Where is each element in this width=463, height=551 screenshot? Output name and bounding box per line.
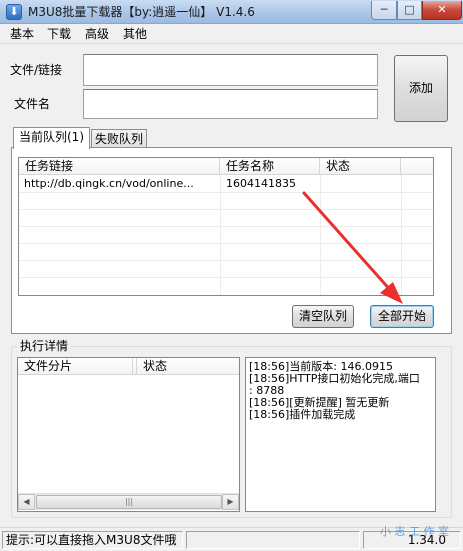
- scroll-left-icon[interactable]: ◀: [18, 494, 35, 510]
- clear-queue-button[interactable]: 清空队列: [292, 305, 354, 328]
- tab-current-queue[interactable]: 当前队列(1): [13, 127, 90, 149]
- execution-details-title: 执行详情: [17, 339, 72, 353]
- column-segment-status[interactable]: 状态: [137, 358, 239, 375]
- status-tip: 提示:可以直接拖入M3U8文件哦: [2, 531, 183, 549]
- scroll-thumb[interactable]: |||: [36, 495, 222, 509]
- column-file-segment[interactable]: 文件分片: [18, 358, 133, 375]
- horizontal-scrollbar[interactable]: ◀ ||| ▶: [18, 493, 239, 510]
- start-all-button[interactable]: 全部开始: [370, 305, 434, 328]
- log-line: [18:56]插件加载完成: [249, 408, 356, 421]
- segment-list[interactable]: 文件分片 状态: [17, 357, 240, 512]
- scroll-right-icon[interactable]: ▶: [222, 494, 239, 510]
- status-empty-panel: [186, 531, 360, 549]
- log-output[interactable]: [18:56]当前版本: 146.0915 [18:56]HTTP接口初始化完成…: [245, 357, 436, 512]
- watermark-text: 小 志 工 作 室: [380, 525, 449, 538]
